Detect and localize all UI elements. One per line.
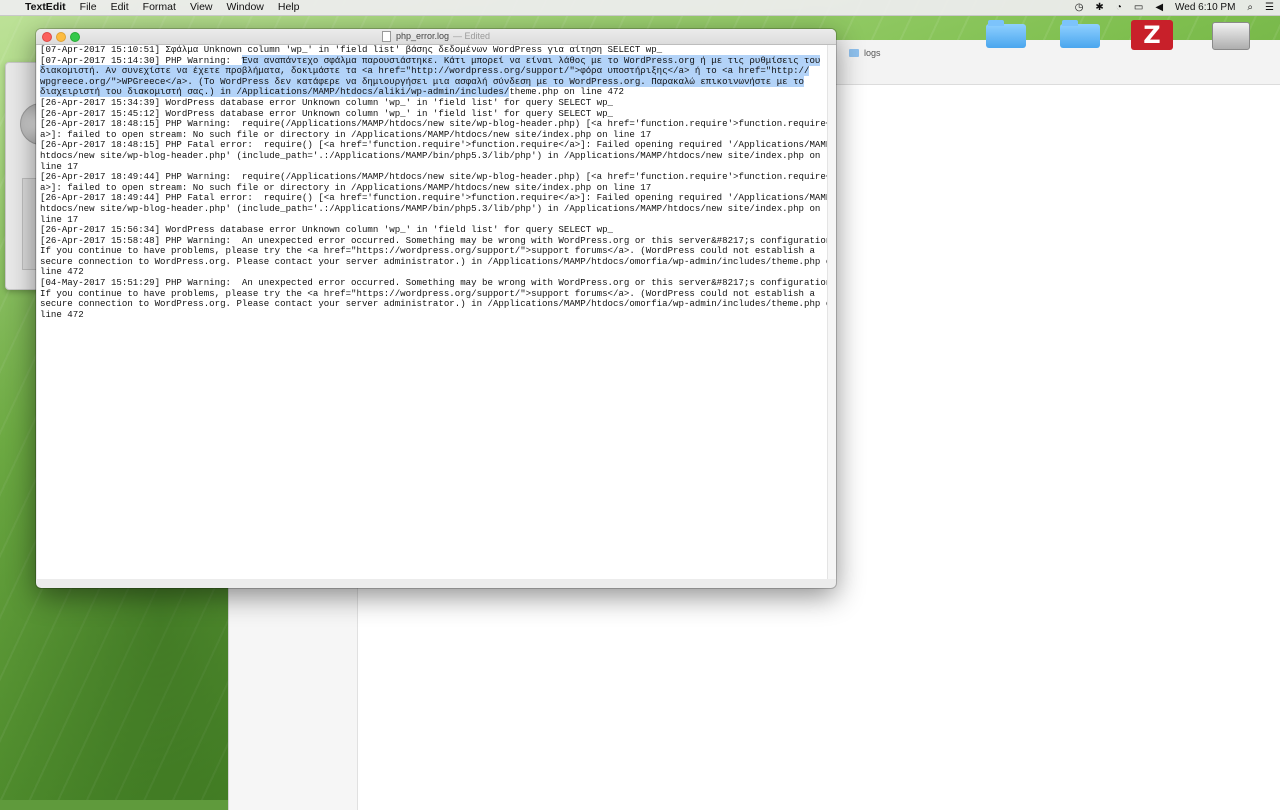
clock[interactable]: Wed 6:10 PM	[1169, 0, 1241, 15]
desktop-folder-icon[interactable]	[1060, 20, 1100, 48]
menu-format[interactable]: Format	[136, 0, 183, 15]
finder-path[interactable]: logs	[849, 48, 881, 58]
log-line: [26-Apr-2017 15:34:39] WordPress databas…	[40, 96, 613, 108]
menu-bar: TextEdit File Edit Format View Window He…	[0, 0, 1280, 16]
menu-help[interactable]: Help	[271, 0, 307, 15]
spotlight-icon[interactable]: ⌕	[1241, 0, 1259, 15]
zoom-button[interactable]	[70, 32, 80, 42]
log-line: htdocs/new site/wp-blog-header.php' (inc…	[40, 202, 821, 214]
finder-path-label: logs	[864, 48, 881, 58]
log-line: secure connection to WordPress.org. Plea…	[40, 255, 827, 267]
log-line: line 17	[40, 160, 79, 172]
log-line: [07-Apr-2017 15:10:51] Σφάλμα Unknown co…	[40, 45, 663, 55]
desktop-folder-icon[interactable]	[986, 20, 1026, 48]
flag-icon[interactable]: ▭	[1128, 0, 1149, 15]
window-title: php_error.log	[395, 31, 449, 41]
textedit-window: php_error.log — Edited [07-Apr-2017 15:1…	[36, 29, 836, 588]
menu-window[interactable]: Window	[220, 0, 271, 15]
log-line: [26-Apr-2017 18:48:15] PHP Warning: requ…	[40, 118, 827, 130]
log-line: [26-Apr-2017 15:58:48] PHP Warning: An u…	[40, 234, 827, 246]
text-document[interactable]: [07-Apr-2017 15:10:51] Σφάλμα Unknown co…	[37, 45, 827, 579]
time-machine-icon[interactable]: ◷	[1069, 0, 1090, 15]
menu-edit[interactable]: Edit	[104, 0, 136, 15]
log-line: [04-May-2017 15:51:29] PHP Warning: An u…	[40, 277, 827, 289]
folder-icon	[849, 49, 859, 57]
vertical-scrollbar[interactable]	[827, 45, 836, 579]
log-line: line 472	[40, 308, 84, 320]
log-line: a>]: failed to open stream: No such file…	[40, 181, 652, 193]
log-line: [26-Apr-2017 15:56:34] WordPress databas…	[40, 224, 613, 236]
title-bar[interactable]: php_error.log — Edited	[36, 29, 836, 45]
volume-icon[interactable]: ◀	[1149, 0, 1169, 15]
wifi-icon[interactable]: ◔	[1110, 0, 1128, 15]
log-line: line 17	[40, 213, 79, 225]
log-line: If you continue to have problems, please…	[40, 245, 815, 257]
log-line: line 472	[40, 266, 84, 278]
log-line: secure connection to WordPress.org. Plea…	[40, 298, 827, 310]
log-line: [07-Apr-2017 15:14:30] PHP Warning:	[40, 54, 242, 66]
log-line-tail: theme.php on line 472	[509, 86, 624, 98]
close-button[interactable]	[42, 32, 52, 42]
log-line: [26-Apr-2017 18:48:15] PHP Fatal error: …	[40, 139, 827, 151]
menu-view[interactable]: View	[183, 0, 220, 15]
drive-icon[interactable]	[1212, 22, 1250, 50]
filezilla-icon[interactable]: Z	[1131, 20, 1173, 50]
notification-center-icon[interactable]: ☰	[1259, 0, 1280, 15]
app-menu-textedit[interactable]: TextEdit	[18, 0, 73, 15]
document-icon	[381, 31, 391, 42]
log-line: If you continue to have problems, please…	[40, 287, 815, 299]
minimize-button[interactable]	[56, 32, 66, 42]
bluetooth-icon[interactable]: ✱	[1089, 0, 1109, 15]
log-text[interactable]: [07-Apr-2017 15:10:51] Σφάλμα Unknown co…	[37, 45, 827, 320]
status-area: ◷ ✱ ◔ ▭ ◀ Wed 6:10 PM ⌕ ☰	[1069, 0, 1280, 15]
log-line: htdocs/new site/wp-blog-header.php' (inc…	[40, 149, 821, 161]
menu-file[interactable]: File	[73, 0, 104, 15]
log-line: [26-Apr-2017 18:49:44] PHP Fatal error: …	[40, 192, 827, 204]
log-line: a>]: failed to open stream: No such file…	[40, 128, 652, 140]
edited-status: — Edited	[453, 31, 491, 41]
log-line: [26-Apr-2017 18:49:44] PHP Warning: requ…	[40, 171, 827, 183]
log-line: [26-Apr-2017 15:45:12] WordPress databas…	[40, 107, 613, 119]
